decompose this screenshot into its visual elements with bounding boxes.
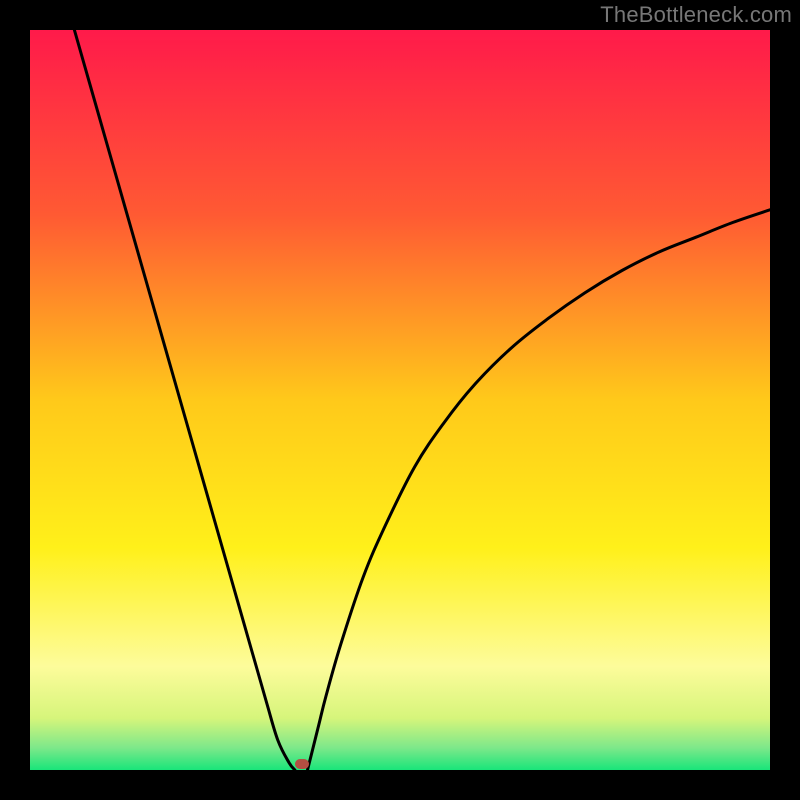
plot-area <box>30 30 770 770</box>
optimum-marker <box>295 759 309 769</box>
curve-plot <box>30 30 770 770</box>
watermark-text: TheBottleneck.com <box>600 2 792 28</box>
